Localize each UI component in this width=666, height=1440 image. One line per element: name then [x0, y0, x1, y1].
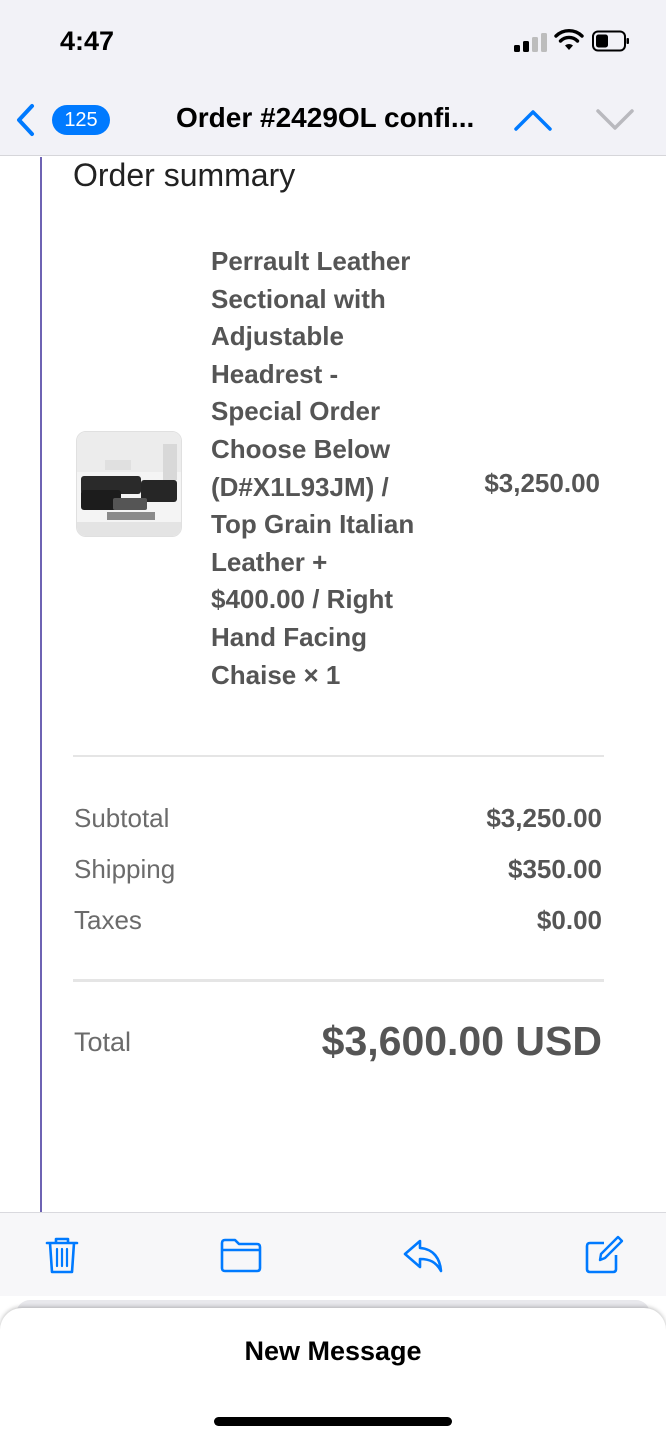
description-line: Adjustable [211, 321, 344, 352]
shipping-value: $350.00 [508, 854, 602, 884]
subtotal-label: Subtotal [74, 803, 170, 833]
compose-icon[interactable] [584, 1235, 624, 1275]
unread-count-badge[interactable]: 125 [52, 105, 110, 135]
mail-app-screen: 4:47 125 Order #2429OL confi... Order su… [0, 0, 666, 1440]
divider [73, 755, 604, 757]
quote-line [40, 157, 42, 1212]
total-label: Total [74, 1027, 132, 1057]
folder-icon[interactable] [220, 1235, 262, 1275]
previous-message-icon[interactable] [512, 104, 554, 136]
description-line: Headrest - [211, 358, 339, 389]
home-indicator[interactable] [214, 1417, 452, 1426]
description-line: (D#X1L93JM) / [211, 471, 389, 502]
order-summary-heading: Order summary [73, 157, 296, 193]
description-line: Leather + [211, 546, 328, 577]
description-line: Chaise × 1 [211, 659, 341, 690]
taxes-label: Taxes [74, 905, 142, 935]
product-price: $3,250.00 [484, 468, 600, 498]
divider [73, 979, 604, 982]
new-message-title[interactable]: New Message [0, 1336, 666, 1367]
product-description: Perrault Leather Sectional with Adjustab… [211, 243, 443, 694]
subtotal-value: $3,250.00 [486, 803, 602, 833]
battery-icon [592, 30, 629, 52]
description-line: Choose Below [211, 433, 391, 464]
status-bar: 4:47 [0, 0, 666, 88]
description-line: Top Grain Italian [211, 509, 415, 540]
shipping-label: Shipping [74, 854, 176, 884]
description-line: $400.00 / Right [211, 584, 394, 615]
description-line: Perrault Leather [211, 246, 411, 276]
nav-bar: 125 Order #2429OL confi... [0, 88, 666, 156]
next-message-icon[interactable] [594, 104, 636, 136]
total-value: $3,600.00 USD [321, 1018, 602, 1064]
taxes-value: $0.00 [536, 905, 602, 935]
mail-toolbar [0, 1212, 666, 1296]
email-body[interactable]: Order summary Perrault Leather Sectional… [0, 157, 666, 1212]
product-thumbnail[interactable] [76, 431, 182, 537]
description-line: Sectional with [211, 283, 386, 314]
wifi-icon [554, 29, 584, 50]
back-chevron-icon[interactable] [12, 100, 40, 140]
email-subject-title: Order #2429OL confi... [176, 102, 475, 133]
status-time: 4:47 [60, 26, 115, 56]
new-message-sheet[interactable]: New Message [0, 1308, 666, 1440]
description-line: Hand Facing [211, 621, 368, 652]
sectional-sofa-image [77, 432, 181, 536]
description-line: Special Order [211, 396, 381, 427]
reply-icon[interactable] [402, 1235, 444, 1275]
trash-icon[interactable] [42, 1235, 82, 1275]
cellular-signal-icon [514, 32, 548, 52]
